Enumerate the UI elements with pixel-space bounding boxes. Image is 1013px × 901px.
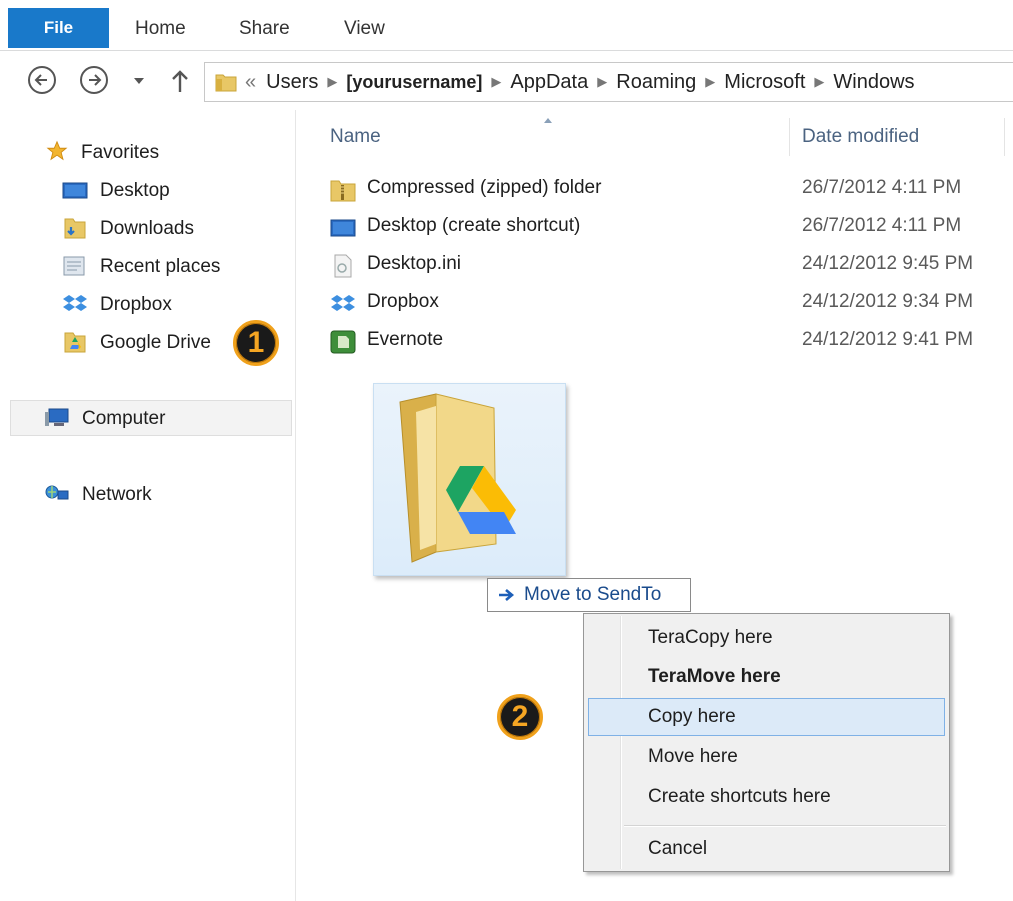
- file-name: Desktop.ini: [367, 253, 461, 274]
- column-divider[interactable]: [1004, 118, 1005, 156]
- breadcrumb-users[interactable]: Users: [266, 71, 318, 93]
- zip-folder-icon: [330, 180, 356, 202]
- menu-separator: [624, 825, 946, 827]
- breadcrumb-username[interactable]: [yourusername]: [346, 72, 482, 92]
- step-badge-1: 1: [233, 320, 279, 366]
- breadcrumb-windows[interactable]: Windows: [833, 71, 914, 93]
- navigation-bar: «Users ▶ [yourusername] ▶ AppData ▶ Roaming ▶ Mi…: [0, 52, 1013, 110]
- ini-file-icon: [334, 254, 352, 278]
- google-drive-folder-icon: [399, 393, 516, 563]
- navigation-pane: Favorites Desktop Downloads Recent place…: [0, 110, 296, 901]
- up-arrow-icon[interactable]: [168, 68, 192, 94]
- menu-item-teramove-here[interactable]: TeraMove here: [588, 658, 945, 696]
- breadcrumb-microsoft[interactable]: Microsoft: [724, 71, 805, 93]
- menu-item-move-here[interactable]: Move here: [588, 738, 945, 776]
- menu-item-create-shortcuts-here[interactable]: Create shortcuts here: [588, 778, 945, 816]
- drag-tooltip: Move to SendTo: [487, 578, 691, 612]
- folder-icon: [215, 74, 237, 92]
- tab-view[interactable]: View: [344, 18, 385, 40]
- desktop-icon: [62, 182, 88, 199]
- sidebar-item-recent-places[interactable]: Recent places: [100, 256, 220, 278]
- ribbon: File Home Share View: [0, 0, 1013, 51]
- context-menu: TeraCopy here TeraMove here Copy here Mo…: [583, 613, 950, 872]
- drag-tooltip-label: Move to SendTo: [524, 584, 662, 605]
- sidebar-item-favorites[interactable]: Favorites: [81, 142, 159, 164]
- file-row[interactable]: Evernote 24/12/2012 9:41 PM: [330, 325, 1010, 361]
- sidebar-item-dropbox[interactable]: Dropbox: [100, 294, 172, 316]
- sidebar-item-google-drive[interactable]: Google Drive: [100, 332, 211, 354]
- sidebar-item-downloads[interactable]: Downloads: [100, 218, 194, 240]
- recent-places-icon: [63, 256, 85, 276]
- dropbox-icon: [331, 295, 355, 311]
- column-header-date-modified[interactable]: Date modified: [802, 126, 919, 148]
- column-divider[interactable]: [789, 118, 790, 156]
- breadcrumb: «Users ▶ [yourusername] ▶ AppData ▶ Roaming ▶ Mi…: [245, 71, 915, 93]
- dropbox-icon: [63, 295, 87, 311]
- breadcrumb-overflow[interactable]: «: [245, 71, 256, 93]
- file-name: Compressed (zipped) folder: [367, 177, 602, 198]
- computer-icon: [45, 408, 69, 426]
- file-row[interactable]: Compressed (zipped) folder 26/7/2012 4:1…: [330, 173, 1010, 209]
- back-arrow-icon[interactable]: [28, 66, 56, 94]
- step-badge-2: 2: [497, 694, 543, 740]
- google-drive-folder-icon: [64, 332, 86, 353]
- downloads-folder-icon: [64, 218, 86, 239]
- star-icon: [46, 140, 68, 161]
- forward-arrow-icon[interactable]: [80, 66, 108, 94]
- file-row[interactable]: Desktop (create shortcut) 26/7/2012 4:11…: [330, 211, 1010, 247]
- tab-home[interactable]: Home: [135, 18, 186, 40]
- file-name: Evernote: [367, 329, 444, 350]
- file-name: Desktop (create shortcut): [367, 215, 581, 236]
- menu-item-teracopy-here[interactable]: TeraCopy here: [588, 619, 945, 657]
- sidebar-item-computer[interactable]: Computer: [82, 408, 165, 430]
- network-icon: [45, 485, 69, 500]
- file-date: 26/7/2012 4:11 PM: [802, 215, 962, 236]
- file-date: 24/12/2012 9:34 PM: [802, 291, 974, 312]
- tab-share[interactable]: Share: [239, 18, 290, 40]
- tab-file[interactable]: File: [8, 8, 109, 48]
- menu-item-cancel[interactable]: Cancel: [588, 830, 945, 868]
- menu-item-copy-here[interactable]: Copy here: [588, 698, 945, 736]
- sidebar-item-network[interactable]: Network: [82, 484, 152, 506]
- column-header-name[interactable]: Name: [330, 126, 381, 148]
- move-arrow-icon: [499, 589, 515, 601]
- evernote-icon: [330, 330, 356, 354]
- address-bar[interactable]: «Users ▶ [yourusername] ▶ AppData ▶ Roaming ▶ Mi…: [204, 62, 1013, 102]
- file-date: 24/12/2012 9:45 PM: [802, 253, 974, 274]
- file-date: 26/7/2012 4:11 PM: [802, 177, 962, 198]
- sort-ascending-icon: [544, 118, 552, 123]
- breadcrumb-roaming[interactable]: Roaming: [616, 71, 696, 93]
- desktop-icon: [330, 219, 356, 237]
- drag-preview: [373, 383, 566, 576]
- sidebar-item-desktop[interactable]: Desktop: [100, 180, 170, 202]
- file-row[interactable]: Desktop.ini 24/12/2012 9:45 PM: [330, 249, 1010, 285]
- recent-locations-chevron-icon[interactable]: [134, 78, 144, 84]
- breadcrumb-appdata[interactable]: AppData: [510, 71, 588, 93]
- file-name: Dropbox: [367, 291, 439, 312]
- file-date: 24/12/2012 9:41 PM: [802, 329, 974, 350]
- file-row[interactable]: Dropbox 24/12/2012 9:34 PM: [330, 287, 1010, 323]
